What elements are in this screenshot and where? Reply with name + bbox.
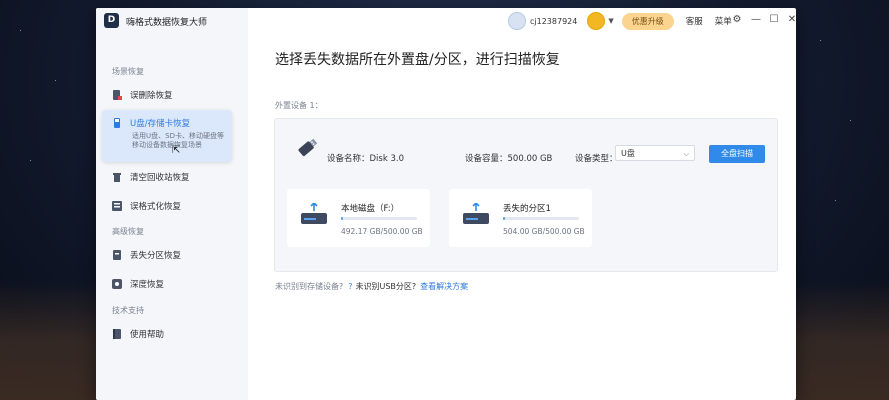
partition-name: 丢失的分区1 bbox=[503, 204, 551, 214]
close-icon[interactable]: ✕ bbox=[786, 14, 796, 25]
footer-tip: 未识别到存储设备? ? 未识别USB分区? 查看解决方案 bbox=[275, 281, 468, 292]
device-name-label: 设备名称： bbox=[327, 154, 370, 164]
avatar[interactable] bbox=[508, 12, 526, 30]
partition-card[interactable]: 本地磁盘（F:） 492.17 GB/500.00 GB bbox=[287, 189, 430, 247]
hard-drive-icon bbox=[301, 201, 327, 224]
sidebar-item-description: 适用U盘、SD卡、移动硬盘等移动设备数据恢复场景 bbox=[132, 132, 224, 149]
minimize-icon[interactable]: — bbox=[750, 14, 762, 25]
partition-size: 504.00 GB/500.00 GB bbox=[503, 227, 585, 236]
app-window: D 嗨格式数据恢复大师 场景恢复 误删除恢复 U盘/存储卡恢复 适用U盘、SD卡… bbox=[96, 8, 796, 400]
unrecognized-device-text: 未识别到存储设备? bbox=[275, 282, 344, 291]
device-capacity-label: 设备容量： bbox=[465, 154, 508, 164]
usb-partition-help-text: 未识别USB分区? bbox=[355, 282, 417, 291]
user-id[interactable]: cj12387924 bbox=[530, 17, 577, 26]
vip-upgrade-button[interactable]: 优惠升级 bbox=[621, 12, 674, 30]
sidebar-item-deep-recovery[interactable]: 深度恢复 bbox=[102, 273, 232, 295]
page-title: 选择丢失数据所在外置盘/分区，进行扫描恢复 bbox=[275, 52, 560, 68]
usb-drive-icon bbox=[291, 135, 319, 163]
sidebar-item-help[interactable]: 使用帮助 bbox=[102, 323, 232, 345]
device-capacity-info: 设备容量：500.00 GB bbox=[465, 152, 552, 164]
file-delete-icon bbox=[112, 90, 122, 100]
partition-size: 492.17 GB/500.00 GB bbox=[341, 227, 423, 236]
full-scan-button[interactable]: 全盘扫描 bbox=[709, 145, 765, 163]
sidebar-item-format-recovery[interactable]: 误格式化恢复 bbox=[102, 195, 232, 217]
sidebar-item-label: 丢失分区恢复 bbox=[130, 251, 182, 261]
menu-link[interactable]: 菜单 bbox=[715, 15, 732, 27]
maximize-icon[interactable]: ☐ bbox=[768, 14, 780, 25]
sidebar-item-label: 使用帮助 bbox=[130, 330, 165, 340]
sidebar-item-deleted-recovery[interactable]: 误删除恢复 bbox=[102, 84, 232, 106]
partition-usage-fill bbox=[503, 217, 505, 220]
view-solution-link[interactable]: 查看解决方案 bbox=[420, 281, 468, 292]
sidebar-item-usb-recovery[interactable]: U盘/存储卡恢复 适用U盘、SD卡、移动硬盘等移动设备数据恢复场景 bbox=[102, 110, 232, 162]
deep-scan-icon bbox=[112, 279, 122, 289]
chevron-down-icon[interactable]: ▼ bbox=[608, 17, 613, 25]
partition-card[interactable]: 丢失的分区1 504.00 GB/500.00 GB bbox=[449, 189, 592, 247]
device-section-label: 外置设备 1： bbox=[275, 101, 323, 110]
top-bar: cj12387924 ▼ 优惠升级 客服 菜单 ⚙ — ☐ ✕ bbox=[96, 8, 796, 34]
device-type-select[interactable]: U盘 ⌵ bbox=[615, 145, 695, 161]
mouse-cursor-icon: ⇱ bbox=[172, 145, 181, 156]
device-type-value: U盘 bbox=[621, 149, 635, 158]
customer-service-link[interactable]: 客服 bbox=[686, 15, 703, 27]
device-capacity-value: 500.00 GB bbox=[507, 154, 553, 164]
sidebar-item-label: U盘/存储卡恢复 bbox=[130, 119, 191, 129]
hard-drive-icon bbox=[463, 201, 489, 224]
section-scene-recovery: 场景恢复 bbox=[112, 67, 144, 76]
device-name-info: 设备名称：Disk 3.0 bbox=[327, 152, 404, 164]
chevron-down-icon: ⌵ bbox=[683, 150, 689, 158]
section-tech-support: 技术支持 bbox=[112, 306, 144, 315]
partition-usage-bar bbox=[503, 217, 579, 220]
question-icon: ? bbox=[348, 282, 353, 291]
partition-name: 本地磁盘（F:） bbox=[341, 204, 400, 214]
sidebar-item-recycle-bin[interactable]: 清空回收站恢复 bbox=[102, 166, 232, 188]
sidebar-item-lost-partition[interactable]: 丢失分区恢复 bbox=[102, 244, 232, 266]
settings-icon[interactable]: ⚙ bbox=[731, 14, 743, 25]
user-area: cj12387924 ▼ 优惠升级 客服 菜单 bbox=[508, 12, 732, 30]
usb-card-icon bbox=[112, 118, 122, 128]
vip-coin-icon[interactable] bbox=[587, 12, 606, 30]
sidebar-item-label: 误格式化恢复 bbox=[130, 202, 182, 212]
partition-usage-fill bbox=[341, 217, 343, 220]
partition-icon bbox=[112, 250, 122, 260]
sidebar-item-label: 深度恢复 bbox=[130, 280, 165, 290]
device-panel: 设备名称：Disk 3.0 设备容量：500.00 GB 设备类型： U盘 ⌵ … bbox=[274, 118, 778, 272]
help-book-icon bbox=[112, 329, 122, 339]
recycle-bin-icon bbox=[112, 172, 122, 182]
section-advanced-recovery: 高级恢复 bbox=[112, 227, 144, 236]
device-type-label: 设备类型： bbox=[575, 154, 618, 164]
sidebar-item-label: 误删除恢复 bbox=[130, 91, 173, 101]
sidebar: D 嗨格式数据恢复大师 场景恢复 误删除恢复 U盘/存储卡恢复 适用U盘、SD卡… bbox=[96, 8, 248, 400]
format-icon bbox=[112, 201, 122, 211]
partition-usage-bar bbox=[341, 217, 417, 220]
device-name-value: Disk 3.0 bbox=[369, 154, 404, 164]
sidebar-item-label: 清空回收站恢复 bbox=[130, 173, 190, 183]
